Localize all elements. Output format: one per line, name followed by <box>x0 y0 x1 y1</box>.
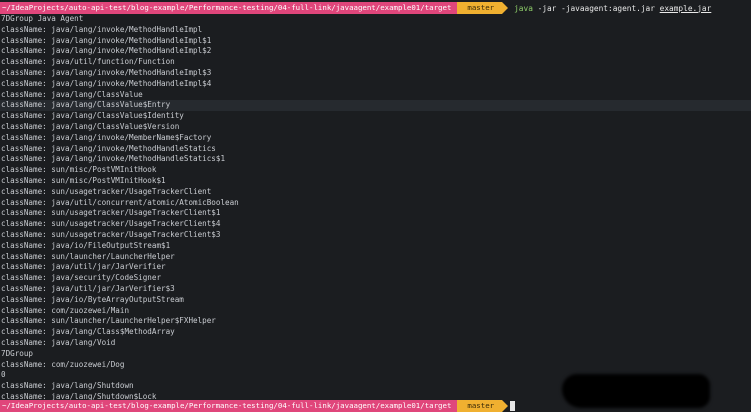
output-line: className: sun/usagetracker/UsageTracker… <box>1 208 221 218</box>
command-java: java <box>514 3 533 13</box>
output-line: className: sun/misc/PostVMInitHook$1 <box>1 175 166 185</box>
output-line: className: java/lang/invoke/MethodHandle… <box>1 35 212 45</box>
output-line: className: java/security/CodeSigner <box>1 273 162 283</box>
output-line: className: sun/launcher/LauncherHelper$F… <box>1 316 216 326</box>
output-line: className: java/lang/Void <box>1 337 116 347</box>
terminal-output: 7DGroup Java Agent className: java/lang/… <box>0 14 751 403</box>
output-line: className: java/lang/invoke/MethodHandle… <box>1 154 226 164</box>
output-line: className: java/lang/Class$MethodArray <box>1 327 175 337</box>
output-line: 7DGroup Java Agent <box>1 14 84 23</box>
output-line: className: java/lang/ClassValue$Version <box>1 121 180 131</box>
output-line: className: java/util/jar/JarVerifier$3 <box>1 283 175 293</box>
output-line: className: java/lang/invoke/MethodHandle… <box>1 24 203 34</box>
output-line: className: java/lang/invoke/MethodHandle… <box>1 67 212 77</box>
prompt-line-top: ~/IdeaProjects/auto-api-test/blog-exampl… <box>0 2 751 14</box>
output-line: className: java/lang/invoke/MemberName$F… <box>1 132 212 142</box>
output-line: className: java/io/ByteArrayOutputStream <box>1 294 184 304</box>
output-line: className: java/lang/invoke/MethodHandle… <box>1 78 212 88</box>
output-line: className: java/util/jar/JarVerifier <box>1 262 166 272</box>
output-line: className: sun/usagetracker/UsageTracker… <box>1 186 212 196</box>
output-line: className: sun/launcher/LauncherHelper <box>1 251 175 261</box>
output-line: className: com/zuozewei/Dog <box>1 359 125 369</box>
terminal-cursor[interactable] <box>510 401 516 411</box>
git-branch-badge: master <box>457 400 508 412</box>
output-line: className: java/lang/ClassValue$Identity <box>1 111 184 121</box>
output-line: className: java/util/concurrent/atomic/A… <box>1 197 239 207</box>
output-line: className: sun/misc/PostVMInitHook <box>1 165 157 175</box>
output-line: className: sun/usagetracker/UsageTracker… <box>1 219 221 229</box>
output-line: className: sun/usagetracker/UsageTracker… <box>1 229 221 239</box>
git-branch-badge: master <box>457 2 508 14</box>
command-args: -jar -javaagent:agent.jar <box>537 3 655 13</box>
output-line: className: java/util/function/Function <box>1 57 175 67</box>
output-line: 7DGroup <box>1 348 34 358</box>
prompt-path: ~/IdeaProjects/auto-api-test/blog-exampl… <box>0 2 464 14</box>
command-file-link[interactable]: example.jar <box>660 4 712 13</box>
output-line: className: java/lang/ClassValue <box>1 89 143 99</box>
prompt-line-bottom: ~/IdeaProjects/auto-api-test/blog-exampl… <box>0 400 751 412</box>
output-line: className: java/io/FileOutputStream$1 <box>1 240 171 250</box>
output-line-highlighted: className: java/lang/ClassValue$Entry <box>0 100 751 112</box>
prompt-path: ~/IdeaProjects/auto-api-test/blog-exampl… <box>0 400 464 412</box>
output-line: className: com/zuozewei/Main <box>1 305 130 315</box>
output-line: className: java/lang/invoke/MethodHandle… <box>1 46 212 56</box>
command-text: java -jar -javaagent:agent.jar example.j… <box>514 4 711 13</box>
output-line: className: java/lang/invoke/MethodHandle… <box>1 143 216 153</box>
